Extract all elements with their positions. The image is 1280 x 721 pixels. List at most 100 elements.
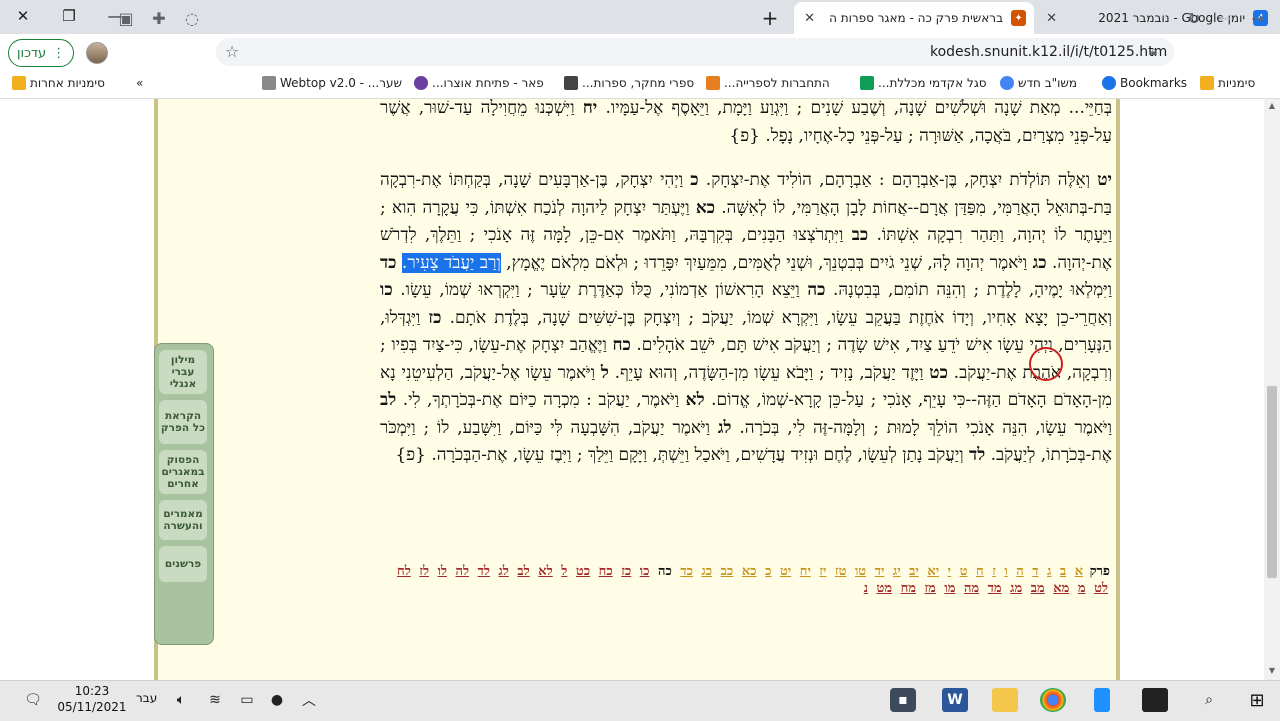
chapter-link[interactable]: א (1075, 564, 1083, 579)
microphone-icon[interactable]: ● (264, 688, 290, 712)
chapter-link[interactable]: יז (819, 564, 826, 579)
chapter-link-current[interactable]: כה (658, 564, 672, 579)
selected-text[interactable]: וְרַב יַעֲבֹד צָעִיר. (401, 252, 501, 273)
verse-number[interactable]: לא (686, 390, 705, 410)
read-chapter-button[interactable]: הקראת כל הפרק (159, 400, 207, 444)
chapter-link[interactable]: לג (499, 564, 509, 579)
app-icon[interactable]: ▪ (890, 688, 916, 712)
chapter-link[interactable]: לה (456, 564, 470, 579)
chapter-link[interactable]: יח (800, 564, 811, 579)
verse-number[interactable]: כה (807, 280, 825, 300)
scrollbar-thumb[interactable] (1267, 386, 1277, 578)
chapter-link[interactable]: מה (964, 581, 979, 596)
verse-number[interactable]: כט (929, 363, 948, 383)
profile-avatar[interactable] (86, 42, 108, 64)
chapter-link[interactable]: מב (1031, 581, 1045, 596)
chapter-link[interactable]: כב (721, 564, 734, 579)
battery-icon[interactable]: ▭ (234, 688, 260, 712)
chapter-link[interactable]: לו (438, 564, 447, 579)
windows-start-icon[interactable]: ⊞ (1244, 688, 1270, 712)
bookmark-item[interactable]: פאר - פתיחת אוצרו... (414, 76, 544, 90)
chapter-link[interactable]: טו (855, 564, 866, 579)
verse-in-databases-button[interactable]: הפסוק במאגרים אחרים (159, 450, 207, 494)
verse-number[interactable]: יח (583, 99, 598, 118)
extensions-icon[interactable]: ✚ (147, 6, 171, 30)
verse-number[interactable]: לד (969, 445, 985, 465)
chapter-link[interactable]: כא (742, 564, 757, 579)
file-explorer-icon[interactable] (992, 688, 1018, 712)
chapter-link[interactable]: כו (640, 564, 650, 579)
restore-window-icon[interactable]: ❐ (46, 0, 92, 32)
tab-close-icon[interactable]: ✕ (802, 10, 817, 26)
chapter-link[interactable]: ה (1016, 564, 1023, 579)
side-panel-icon[interactable]: ▣ (114, 6, 138, 30)
chapter-link[interactable]: לז (419, 564, 429, 579)
verse-number[interactable]: כו (380, 280, 393, 300)
commentators-button[interactable]: פרשנים (159, 546, 207, 582)
tab-inactive[interactable]: 4 יומן Google - נובמבר 2021 ✕ (1036, 2, 1276, 34)
bookmark-item[interactable]: משו"ב חדש (1000, 76, 1077, 90)
bookmark-star-icon[interactable]: ☆ (220, 39, 244, 63)
bookmark-other-folder[interactable]: סימניות אחרות (12, 76, 105, 90)
close-window-icon[interactable]: ✕ (0, 0, 46, 32)
chapter-link[interactable]: מג (1010, 581, 1022, 596)
chapter-link[interactable]: מא (1053, 581, 1069, 596)
articles-button[interactable]: מאמרים והעשרה (159, 500, 207, 540)
verse-number[interactable]: כד (380, 253, 397, 273)
verse-number[interactable]: יט (1097, 170, 1112, 190)
chapter-link[interactable]: מז (925, 581, 936, 596)
bookmark-item[interactable]: סגל אקדמי מכללת... (860, 76, 987, 90)
chapter-link[interactable]: מ (1078, 581, 1086, 596)
lock-icon[interactable]: 🔒︎ (1142, 39, 1166, 63)
tab-active[interactable]: ✦ בראשית פרק כה - מאגר ספרות ה ✕ (794, 2, 1034, 34)
chapter-link[interactable]: נ (864, 581, 868, 596)
chapter-link[interactable]: יד (875, 564, 885, 579)
chapter-link[interactable]: ג (1047, 564, 1051, 579)
verse-number[interactable]: לג (718, 418, 732, 438)
chapter-link[interactable]: לד (478, 564, 490, 579)
chapter-link[interactable]: מט (876, 581, 892, 596)
taskbar-clock[interactable]: 10:23 05/11/2021 (56, 683, 128, 715)
chapter-link[interactable]: טז (835, 564, 846, 579)
bookmarks-more-button[interactable]: » (136, 76, 143, 90)
chapter-link[interactable]: ל (561, 564, 567, 579)
verse-number[interactable]: כג (1033, 253, 1047, 273)
reload-icon[interactable]: ↻ (1182, 6, 1206, 30)
chapter-link[interactable]: ב (1060, 564, 1066, 579)
chapter-link[interactable]: מו (944, 581, 955, 596)
chapter-link[interactable]: כד (680, 564, 693, 579)
chapter-link[interactable]: לח (397, 564, 411, 579)
new-tab-button[interactable]: + (758, 6, 782, 30)
chapter-link[interactable]: לט (1094, 581, 1108, 596)
search-icon[interactable]: ⌕ (1196, 688, 1222, 712)
language-indicator[interactable]: עבר (136, 691, 157, 705)
verse-number[interactable]: כא (696, 198, 715, 218)
chapter-link[interactable]: יג (893, 564, 901, 579)
scroll-up-icon[interactable]: ▲ (1266, 101, 1278, 113)
notifications-icon[interactable]: 🗨︎ (20, 688, 46, 712)
chapter-link[interactable]: יט (780, 564, 791, 579)
chapter-link[interactable]: כ (765, 564, 771, 579)
chapter-link[interactable]: יב (909, 564, 919, 579)
verse-number[interactable]: כב (852, 225, 869, 245)
wifi-icon[interactable]: ≋ (202, 688, 228, 712)
chapter-link[interactable]: לב (517, 564, 529, 579)
scroll-down-icon[interactable]: ▼ (1266, 666, 1278, 678)
verse-number[interactable]: כז (428, 308, 441, 328)
dictionary-button[interactable]: מילון עברי אנגלי (159, 350, 207, 394)
chapter-link[interactable]: כח (599, 564, 613, 579)
verse-number[interactable]: כ (690, 170, 698, 190)
store-icon[interactable] (1142, 688, 1168, 712)
chapter-link[interactable]: מד (988, 581, 1002, 596)
chapter-link[interactable]: י (948, 564, 951, 579)
url-text[interactable]: kodesh.snunit.k12.il/i/t/t0125.htm (930, 44, 1167, 60)
chapter-link[interactable]: לא (538, 564, 552, 579)
chapter-link[interactable]: כז (621, 564, 631, 579)
bookmark-item[interactable]: שער... - Webtop v2.0 (262, 76, 402, 90)
sync-icon[interactable]: ◌ (180, 6, 204, 30)
chapter-link[interactable]: ו (1004, 564, 1007, 579)
tab-close-icon[interactable]: ✕ (1044, 10, 1059, 26)
chapter-link[interactable]: יא (927, 564, 939, 579)
phone-icon[interactable] (1094, 688, 1110, 712)
chapter-link[interactable]: כט (576, 564, 590, 579)
